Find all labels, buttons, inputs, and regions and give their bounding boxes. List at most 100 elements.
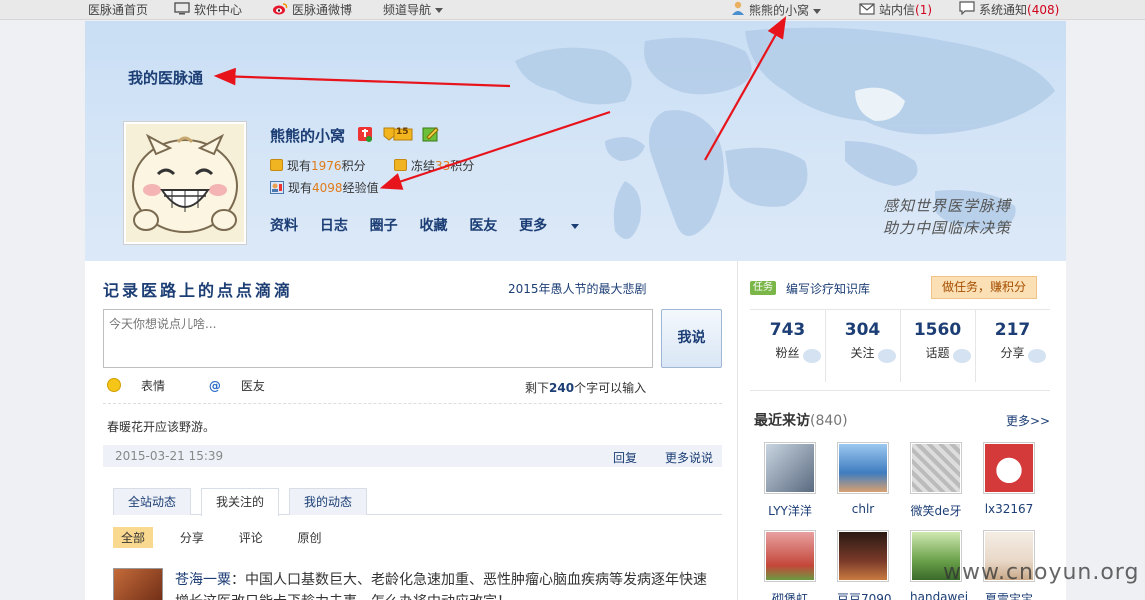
tab-my-activity[interactable]: 我的动态 bbox=[289, 488, 368, 515]
profile-nav-friends[interactable]: 医友 bbox=[469, 215, 497, 235]
profile-nav-info[interactable]: 资料 bbox=[270, 215, 298, 235]
user-menu-dropdown[interactable]: 熊熊的小窝 bbox=[731, 1, 822, 19]
edit-icon[interactable] bbox=[422, 126, 440, 142]
status-input[interactable] bbox=[103, 309, 653, 368]
banner-slogan: 感知世界医学脉搏 助力中国临床决策 bbox=[883, 195, 1011, 239]
visitor-name: chlr bbox=[851, 502, 875, 516]
feed-item-text: ：中国人口基数巨大、老龄化急速加重、恶性肿瘤心脑血疾病等发病逐年快速增长这医改只… bbox=[175, 572, 707, 600]
visitor-card[interactable]: 砌堡虹 bbox=[764, 530, 816, 600]
post-tools: 表情 @ 医友 bbox=[107, 377, 305, 394]
system-notices-label: 系统通知 bbox=[979, 3, 1028, 17]
stat-topics[interactable]: 1560 话题 bbox=[900, 320, 975, 363]
points-stat: 现有1976积分 bbox=[270, 157, 366, 174]
recent-visitors-label: 最近来访 bbox=[754, 413, 810, 429]
nav-weibo-label: 医脉通微博 bbox=[292, 3, 353, 17]
visitor-avatar bbox=[837, 530, 889, 582]
visitor-avatar bbox=[983, 442, 1035, 494]
coin-icon bbox=[270, 159, 283, 171]
points-prefix: 现有 bbox=[287, 159, 312, 173]
watermark: www.cnoyun.org bbox=[943, 560, 1140, 585]
site-messages-link[interactable]: 站内信(1) bbox=[859, 1, 932, 19]
mention-button[interactable]: @ 医友 bbox=[209, 379, 285, 393]
char-counter-value: 240 bbox=[549, 381, 575, 395]
experience-stat: 现有4098经验值 bbox=[270, 179, 379, 197]
more-visitors-link[interactable]: 更多>> bbox=[1006, 412, 1050, 429]
at-sign-icon: @ bbox=[208, 379, 221, 393]
nav-home-link[interactable]: 医脉通首页 bbox=[88, 1, 148, 19]
latest-status-meta: 2015-03-21 15:39 回复 更多说说 bbox=[103, 445, 722, 467]
profile-nav-more-label: 更多 bbox=[519, 218, 548, 234]
visitor-card[interactable]: 豆豆7090 bbox=[837, 530, 892, 600]
filter-share[interactable]: 分享 bbox=[172, 527, 212, 548]
visitor-avatar bbox=[837, 442, 889, 494]
channel-nav-dropdown[interactable]: 频道导航 bbox=[383, 1, 444, 19]
system-notices-count: (408) bbox=[1027, 3, 1060, 17]
visitor-card[interactable]: chlr bbox=[837, 442, 889, 516]
post-status-button[interactable]: 我说 bbox=[661, 309, 722, 368]
visitor-card[interactable]: LYY洋洋 bbox=[764, 442, 816, 519]
profile-stats: 743 粉丝 304 关注 1560 话题 217 分享 bbox=[750, 309, 1050, 391]
emoji-label: 表情 bbox=[141, 379, 166, 393]
slogan-line-2: 助力中国临床决策 bbox=[883, 219, 1012, 237]
tab-all-activity[interactable]: 全站动态 bbox=[113, 488, 192, 515]
nav-software-link[interactable]: 软件中心 bbox=[174, 1, 242, 19]
chat-icon bbox=[953, 349, 971, 363]
profile-username[interactable]: 熊熊的小窝 bbox=[270, 125, 345, 146]
stat-following[interactable]: 304 关注 bbox=[825, 320, 900, 363]
avatar[interactable] bbox=[123, 121, 247, 245]
right-column: 任务 编写诊疗知识库 做任务，赚积分 743 粉丝 304 关注 1560 话题 21… bbox=[737, 261, 1066, 600]
points-suffix: 积分 bbox=[341, 159, 366, 173]
reply-link[interactable]: 回复 bbox=[613, 449, 637, 466]
left-column: 记录医路上的点点滴滴 2015年愚人节的最大悲剧 我说 表情 @ 医友 剩下240… bbox=[85, 261, 737, 600]
visitor-name: LYY洋洋 bbox=[768, 504, 812, 518]
profile-banner: 我的医脉通 熊熊的小窝 15 现有1976积分 冻结33积分 现有4098经验值… bbox=[85, 21, 1066, 261]
visitor-avatar bbox=[764, 530, 816, 582]
visitor-name: 砌堡虹 bbox=[771, 592, 808, 600]
divider bbox=[103, 403, 722, 404]
task-link[interactable]: 编写诊疗知识库 bbox=[786, 280, 870, 297]
char-counter-suffix: 个字可以输入 bbox=[574, 381, 647, 395]
share-icon bbox=[1028, 349, 1046, 363]
visitor-name: 微笑de牙 bbox=[910, 504, 962, 518]
recent-visitors-count: (840) bbox=[810, 413, 848, 429]
profile-nav-favorites[interactable]: 收藏 bbox=[419, 215, 447, 235]
visitor-card[interactable]: 微笑de牙 bbox=[910, 442, 962, 519]
chevron-down-icon bbox=[813, 8, 822, 14]
emoji-button[interactable]: 表情 bbox=[107, 378, 185, 393]
profile-nav-more[interactable]: 更多 bbox=[519, 215, 597, 235]
profile-nav: 资料 日志 圈子 收藏 医友 更多 bbox=[270, 215, 615, 235]
do-task-button[interactable]: 做任务，赚积分 bbox=[931, 276, 1037, 299]
post-heading: 记录医路上的点点滴滴 bbox=[103, 281, 294, 300]
profile-nav-blog[interactable]: 日志 bbox=[320, 215, 348, 235]
feed-filters: 全部 分享 评论 原创 bbox=[113, 527, 345, 548]
system-notices-link[interactable]: 系统通知(408) bbox=[959, 1, 1059, 19]
filter-comment[interactable]: 评论 bbox=[231, 527, 271, 548]
more-posts-link[interactable]: 更多说说 bbox=[665, 449, 713, 466]
stat-fans[interactable]: 743 粉丝 bbox=[750, 320, 825, 363]
featured-post-link[interactable]: 2015年愚人节的最大悲剧 bbox=[508, 280, 647, 297]
tab-following[interactable]: 我关注的 bbox=[201, 488, 280, 516]
filter-all[interactable]: 全部 bbox=[113, 527, 154, 548]
visitor-name: 夏雪宝宝 bbox=[984, 592, 1033, 600]
site-messages-label: 站内信 bbox=[879, 3, 916, 17]
nav-weibo-link[interactable]: 医脉通微博 bbox=[272, 1, 352, 19]
stat-following-num: 304 bbox=[844, 320, 881, 340]
visitor-name: lx32167 bbox=[984, 502, 1034, 516]
user-card-icon bbox=[270, 181, 284, 197]
site-messages-count: (1) bbox=[915, 3, 933, 17]
frozen-prefix: 冻结 bbox=[411, 159, 436, 173]
monitor-icon bbox=[174, 1, 190, 20]
stat-shares[interactable]: 217 分享 bbox=[975, 320, 1050, 363]
top-nav-bar: 医脉通首页 软件中心 医脉通微博 频道导航 熊熊的小窝 站内信(1) 系统通知(… bbox=[0, 0, 1145, 20]
feed-item-avatar[interactable] bbox=[113, 568, 163, 600]
stat-fans-num: 743 bbox=[769, 320, 806, 340]
paw-icon bbox=[803, 349, 821, 363]
feed-item-author[interactable]: 苍海一粟 bbox=[175, 572, 231, 588]
frozen-suffix: 积分 bbox=[450, 159, 475, 173]
filter-original[interactable]: 原创 bbox=[290, 527, 330, 548]
visitor-name: 豆豆7090 bbox=[837, 592, 892, 600]
page-title[interactable]: 我的医脉通 bbox=[128, 67, 203, 88]
profile-nav-circles[interactable]: 圈子 bbox=[370, 215, 398, 235]
visitor-card[interactable]: lx32167 bbox=[983, 442, 1035, 516]
char-counter: 剩下240个字可以输入 bbox=[525, 379, 646, 396]
